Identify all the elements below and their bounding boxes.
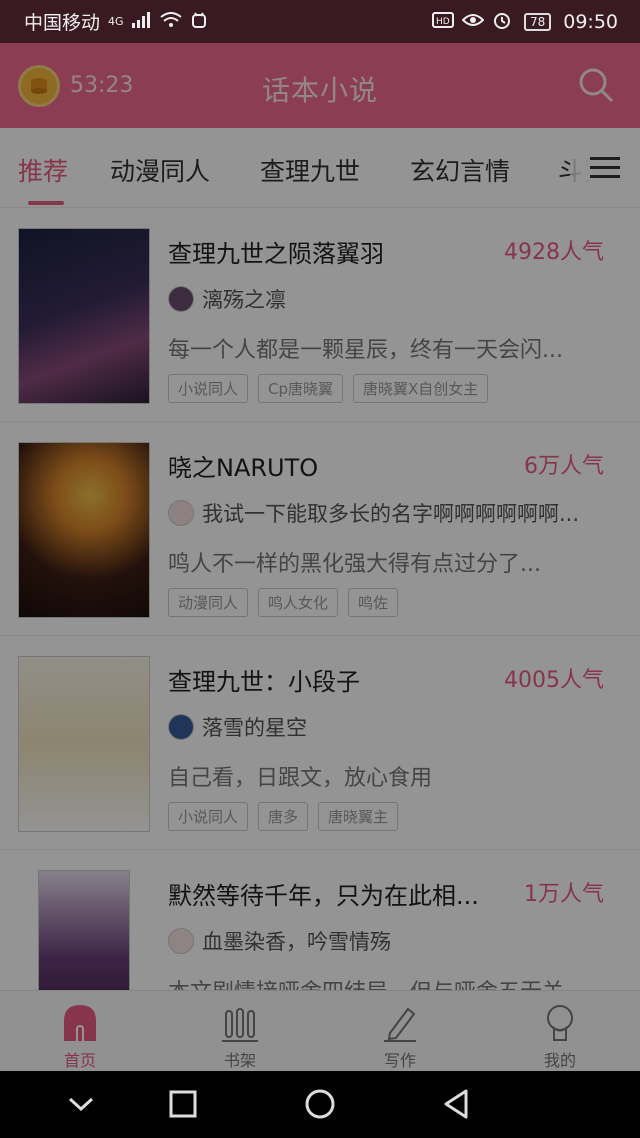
page-title: 话本小说 xyxy=(261,74,378,107)
book-tag[interactable]: 动漫同人 xyxy=(168,588,249,617)
popularity-count: 1万人气 xyxy=(524,882,604,907)
home-icon xyxy=(57,999,103,1043)
author-name: 血墨染香，吟雪情殇 xyxy=(202,930,391,954)
nav-home[interactable]: 首页 xyxy=(0,991,160,1071)
nav-label: 书架 xyxy=(223,1051,256,1070)
battery-icon: 78 xyxy=(523,12,552,31)
signal-icon xyxy=(131,11,152,32)
network-type-label: 4G xyxy=(108,15,124,28)
bookshelf-icon xyxy=(217,999,263,1043)
book-tag[interactable]: 鸣人女化 xyxy=(258,588,339,617)
book-list: 查理九世之陨落翼羽 4928人气 漓殇之凛 每一个人都是一颗星辰，终有一天会闪.… xyxy=(0,208,640,990)
popularity-count: 6万人气 xyxy=(524,454,604,479)
tag-list: 动漫同人 鸣人女化 鸣佐 xyxy=(168,588,399,617)
book-title: 默然等待千年，只为在此相... xyxy=(168,882,479,910)
popularity-count: 4005人气 xyxy=(504,668,604,693)
tab-anime-fanfic[interactable]: 动漫同人 xyxy=(110,152,210,188)
carrier-label: 中国移动 xyxy=(24,12,101,34)
category-tabs: 推荐 动漫同人 查理九世 玄幻言情 斗罗 xyxy=(0,128,640,208)
profile-icon xyxy=(537,999,583,1043)
author-avatar xyxy=(168,286,194,312)
book-card[interactable]: 查理九世之陨落翼羽 4928人气 漓殇之凛 每一个人都是一颗星辰，终有一天会闪.… xyxy=(0,208,640,422)
book-title: 晓之NARUTO xyxy=(168,454,319,482)
back-button[interactable] xyxy=(440,1087,474,1121)
tab-fantasy-romance[interactable]: 玄幻言情 xyxy=(410,152,510,188)
tag-list: 小说同人 Cp唐晓翼 唐晓翼X自创女主 xyxy=(168,374,489,403)
book-title: 查理九世之陨落翼羽 xyxy=(168,240,384,268)
author-row: 落雪的星空 xyxy=(168,712,634,742)
book-tag[interactable]: 鸣佐 xyxy=(348,588,399,617)
book-card[interactable]: 查理九世：小段子 4005人气 落雪的星空 自己看，日跟文，放心食用 小说同人 … xyxy=(0,636,640,850)
book-card[interactable]: 默然等待千年，只为在此相... 1万人气 血墨染香，吟雪情殇 本文剧情接哑舍四结… xyxy=(0,850,640,990)
author-avatar xyxy=(168,500,194,526)
status-bar: 中国移动 4G HD 78 09:50 xyxy=(0,0,640,43)
author-row: 漓殇之凛 xyxy=(168,284,634,314)
home-system-button[interactable] xyxy=(303,1087,337,1121)
tab-charlie-ninth[interactable]: 查理九世 xyxy=(260,152,360,188)
book-card[interactable]: 晓之NARUTO 6万人气 我试一下能取多长的名字啊啊啊啊啊啊... 鸣人不一样… xyxy=(0,422,640,636)
clock: 09:50 xyxy=(563,10,618,33)
tag-list: 小说同人 唐多 唐晓翼主 xyxy=(168,802,399,831)
nav-bookshelf[interactable]: 书架 xyxy=(160,991,320,1071)
search-icon xyxy=(579,68,614,103)
nav-label: 我的 xyxy=(543,1051,576,1070)
wifi-icon xyxy=(159,11,182,32)
eye-comfort-icon xyxy=(461,12,485,32)
system-navigation-bar xyxy=(0,1071,640,1138)
author-avatar xyxy=(168,928,194,954)
book-tag[interactable]: 小说同人 xyxy=(168,374,249,403)
book-title: 查理九世：小段子 xyxy=(168,668,360,696)
popularity-count: 4928人气 xyxy=(504,240,604,265)
book-description: 每一个人都是一颗星辰，终有一天会闪... xyxy=(168,338,563,363)
collapse-button[interactable] xyxy=(64,1087,98,1121)
author-name: 漓殇之凛 xyxy=(202,288,286,312)
book-cover-image xyxy=(38,870,130,990)
square-icon xyxy=(169,1090,197,1118)
nav-label: 写作 xyxy=(383,1051,416,1070)
book-cover-image xyxy=(18,228,150,404)
author-row: 我试一下能取多长的名字啊啊啊啊啊啊... xyxy=(168,498,634,528)
hd-icon: HD xyxy=(431,11,454,32)
menu-icon xyxy=(590,156,620,178)
book-tag[interactable]: 唐多 xyxy=(258,802,309,831)
tab-recommended[interactable]: 推荐 xyxy=(18,152,68,188)
book-description: 自己看，日跟文，放心食用 xyxy=(168,766,433,791)
book-tag[interactable]: Cp唐晓翼 xyxy=(258,374,344,403)
recent-apps-button[interactable] xyxy=(166,1087,200,1121)
chevron-down-icon xyxy=(68,1097,94,1112)
book-tag[interactable]: 唐晓翼主 xyxy=(318,802,399,831)
author-avatar xyxy=(168,714,194,740)
pen-icon xyxy=(377,999,423,1043)
back-triangle-icon xyxy=(444,1089,468,1119)
svg-text:HD: HD xyxy=(436,17,450,27)
book-description: 本文剧情接哑舍四结局，但与哑舍五无关 xyxy=(168,974,612,990)
notification-icon xyxy=(190,11,208,33)
circle-icon xyxy=(305,1089,335,1119)
alarm-icon xyxy=(492,10,512,34)
nav-label: 首页 xyxy=(63,1051,96,1070)
book-cover-image xyxy=(18,442,150,618)
tab-indicator xyxy=(28,201,64,205)
author-name: 我试一下能取多长的名字啊啊啊啊啊啊... xyxy=(202,502,580,526)
nav-write[interactable]: 写作 xyxy=(320,991,480,1071)
tabs-menu-button[interactable] xyxy=(570,128,640,207)
search-button[interactable] xyxy=(576,65,616,105)
book-description: 鸣人不一样的黑化强大得有点过分了... xyxy=(168,552,541,577)
author-row: 血墨染香，吟雪情殇 xyxy=(168,926,634,956)
book-cover-image xyxy=(18,656,150,832)
book-tag[interactable]: 唐晓翼X自创女主 xyxy=(353,374,489,403)
nav-profile[interactable]: 我的 xyxy=(480,991,640,1071)
app-header: 53:23 话本小说 xyxy=(0,43,640,128)
book-tag[interactable]: 小说同人 xyxy=(168,802,249,831)
author-name: 落雪的星空 xyxy=(202,716,307,740)
bottom-navigation: 首页 书架 写作 我的 xyxy=(0,990,640,1071)
